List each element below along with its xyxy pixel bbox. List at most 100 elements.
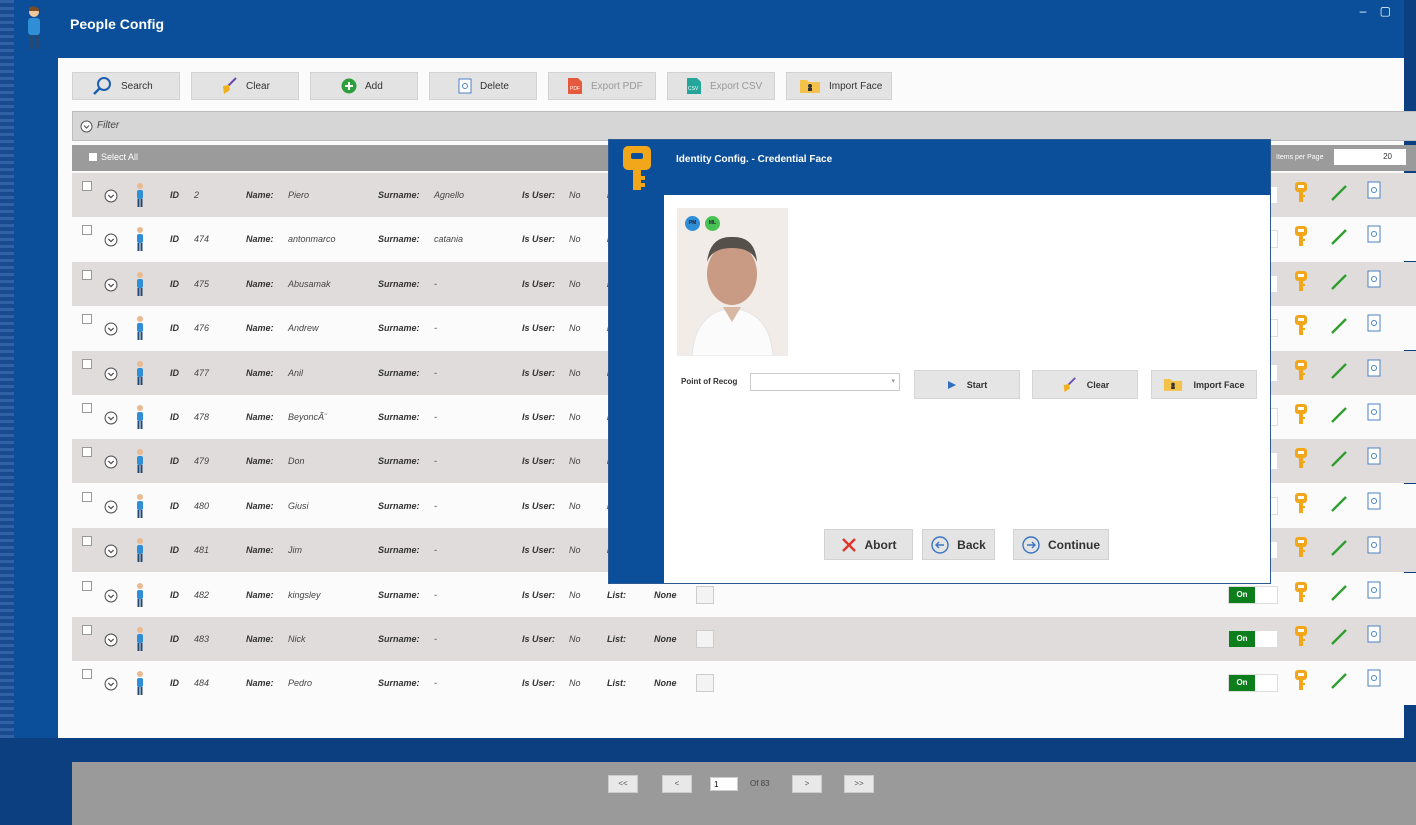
recycle-bin-icon[interactable]	[1367, 270, 1381, 288]
chevron-down-circle-icon[interactable]	[104, 367, 118, 381]
abort-button[interactable]: Abort	[824, 529, 913, 560]
dialog-clear-button[interactable]: Clear	[1032, 370, 1138, 399]
chevron-down-circle-icon[interactable]	[104, 500, 118, 514]
row-checkbox[interactable]	[82, 536, 92, 547]
row-checkbox[interactable]	[82, 269, 92, 280]
edit-pencil-icon[interactable]	[1330, 672, 1348, 690]
back-button[interactable]: Back	[922, 529, 995, 560]
is-user-value: No	[569, 456, 581, 467]
id-value: 482	[194, 589, 210, 600]
select-all-checkbox[interactable]	[88, 152, 98, 162]
chevron-down-circle-icon[interactable]	[104, 677, 118, 691]
recycle-bin-icon[interactable]	[1367, 314, 1381, 332]
edit-pencil-icon[interactable]	[1330, 317, 1348, 335]
items-per-page-select[interactable]: 20	[1334, 149, 1406, 165]
chevron-down-circle-icon[interactable]	[104, 544, 118, 558]
recycle-bin-icon[interactable]	[1367, 492, 1381, 510]
edit-pencil-icon[interactable]	[1330, 273, 1348, 291]
key-icon[interactable]	[1294, 403, 1308, 427]
recycle-bin-icon[interactable]	[1367, 403, 1381, 421]
chevron-down-circle-icon[interactable]	[104, 189, 118, 203]
chevron-down-circle-icon[interactable]	[104, 633, 118, 647]
key-icon[interactable]	[1294, 359, 1308, 383]
add-button[interactable]: Add	[310, 72, 418, 100]
recycle-bin-icon[interactable]	[1367, 181, 1381, 199]
edit-pencil-icon[interactable]	[1330, 184, 1348, 202]
status-toggle-label: On	[1229, 675, 1255, 692]
key-icon[interactable]	[1294, 181, 1308, 205]
edit-pencil-icon[interactable]	[1330, 495, 1348, 513]
recycle-bin-icon[interactable]	[1367, 359, 1381, 377]
filter-bar[interactable]: Filter	[72, 111, 1416, 141]
key-icon[interactable]	[1294, 669, 1308, 693]
row-checkbox[interactable]	[82, 225, 92, 236]
window-controls[interactable]: – ▢	[1360, 4, 1396, 18]
edit-pencil-icon[interactable]	[1330, 362, 1348, 380]
last-page-button[interactable]: >>	[844, 775, 874, 793]
key-icon[interactable]	[1294, 270, 1308, 294]
row-checkbox[interactable]	[82, 358, 92, 369]
is-user-label: Is User:	[522, 545, 556, 556]
edit-pencil-icon[interactable]	[1330, 406, 1348, 424]
surname-value: -	[434, 456, 437, 467]
row-checkbox[interactable]	[82, 669, 92, 680]
chevron-down-circle-icon[interactable]	[104, 589, 118, 603]
recycle-bin-icon[interactable]	[1367, 669, 1381, 687]
recycle-bin-icon[interactable]	[1367, 225, 1381, 243]
status-toggle[interactable]: On	[1228, 630, 1278, 648]
import-face-button[interactable]: Import Face	[786, 72, 892, 100]
status-toggle[interactable]: On	[1228, 674, 1278, 693]
key-icon[interactable]	[1294, 225, 1308, 249]
continue-button[interactable]: Continue	[1013, 529, 1109, 560]
point-of-recog-select[interactable]: ▾	[750, 373, 900, 391]
list-label: List:	[607, 634, 626, 644]
edit-pencil-icon[interactable]	[1330, 584, 1348, 602]
edit-pencil-icon[interactable]	[1330, 450, 1348, 468]
dialog-import-face-button[interactable]: Import Face	[1151, 370, 1257, 399]
row-checkbox[interactable]	[82, 403, 92, 413]
chevron-down-circle-icon[interactable]	[104, 233, 118, 247]
status-toggle[interactable]: On	[1228, 585, 1278, 604]
chevron-down-circle-icon[interactable]	[104, 322, 118, 336]
export-pdf-button[interactable]: PDF Export PDF	[548, 72, 656, 100]
row-checkbox[interactable]	[82, 580, 92, 591]
face-photo: PM ML	[677, 208, 788, 356]
recycle-bin-icon[interactable]	[1367, 447, 1381, 465]
delete-button[interactable]: Delete	[429, 72, 537, 100]
table-row[interactable]: ID 484 Name: Pedro Surname: - Is User: No List: N…	[72, 661, 1416, 706]
edit-pencil-icon[interactable]	[1330, 228, 1348, 246]
recycle-bin-icon[interactable]	[1367, 581, 1381, 599]
edit-pencil-icon[interactable]	[1330, 539, 1348, 557]
broom-icon	[1063, 376, 1076, 392]
key-icon[interactable]	[1294, 447, 1308, 471]
chevron-down-circle-icon[interactable]	[104, 278, 118, 292]
page-input[interactable]: 1	[710, 777, 738, 791]
start-button[interactable]: Start	[914, 370, 1020, 399]
prev-page-button[interactable]: <	[662, 775, 692, 793]
row-checkbox[interactable]	[82, 447, 92, 458]
row-checkbox[interactable]	[82, 314, 92, 325]
row-checkbox[interactable]	[82, 491, 92, 502]
select-all[interactable]: Select All	[88, 152, 138, 162]
name-value: Don	[288, 456, 305, 467]
table-row[interactable]: ID 483 Name: Nick Surname: - Is User: No List: No…	[72, 617, 1416, 661]
key-icon[interactable]	[1294, 581, 1308, 605]
next-page-button[interactable]: >	[792, 775, 822, 793]
key-icon[interactable]	[1294, 536, 1308, 560]
clear-button[interactable]: Clear	[191, 72, 299, 100]
key-icon[interactable]	[1294, 625, 1308, 649]
search-button[interactable]: Search	[72, 72, 180, 100]
chevron-down-circle-icon[interactable]	[104, 411, 118, 425]
surname-value: -	[434, 412, 437, 422]
row-checkbox[interactable]	[82, 625, 92, 635]
export-csv-button[interactable]: CSV Export CSV	[667, 72, 775, 100]
row-checkbox[interactable]	[82, 181, 92, 191]
edit-pencil-icon[interactable]	[1330, 628, 1348, 646]
first-page-button[interactable]: <<	[608, 775, 638, 793]
recycle-bin-icon[interactable]	[1367, 536, 1381, 554]
key-icon[interactable]	[1294, 492, 1308, 516]
key-icon[interactable]	[1294, 314, 1308, 338]
recycle-bin-icon[interactable]	[1367, 625, 1381, 643]
chevron-down-circle-icon[interactable]	[104, 455, 118, 469]
person-icon	[134, 537, 146, 565]
